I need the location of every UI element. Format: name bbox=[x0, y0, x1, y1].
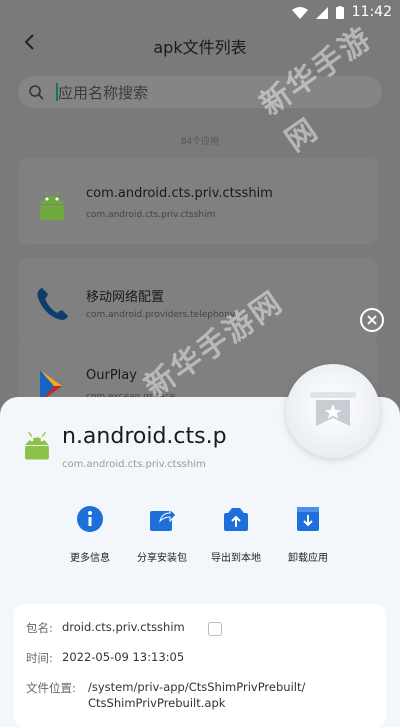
app-name: com.android.cts.priv.ctsshim bbox=[86, 186, 273, 201]
more-info-button[interactable]: 更多信息 bbox=[54, 505, 126, 564]
location-value-line1: /system/priv-app/CtsShimPrivPrebuilt/ bbox=[88, 680, 306, 694]
search-icon bbox=[29, 85, 44, 100]
app-count: 84个应用 bbox=[180, 137, 220, 147]
battery-icon bbox=[336, 6, 344, 19]
app-package: com.android.cts.priv.ctsshim bbox=[86, 210, 216, 220]
wifi-icon bbox=[292, 6, 308, 19]
location-label: 文件位置: bbox=[26, 681, 76, 695]
favorite-button[interactable] bbox=[286, 364, 380, 458]
app-name: OurPlay bbox=[86, 368, 137, 383]
export-icon bbox=[224, 508, 248, 531]
export-local-button[interactable]: 导出到本地 bbox=[200, 505, 272, 564]
status-bar: 11:42 bbox=[0, 0, 400, 26]
location-value-line2: CtsShimPrivPrebuilt.apk bbox=[88, 696, 226, 710]
package-label: 包名: bbox=[26, 621, 53, 635]
app-info-panel: 包名: droid.cts.priv.ctsshim 时间: 2022-05-0… bbox=[14, 604, 386, 727]
share-icon bbox=[150, 507, 177, 531]
app-name: n.android.cts.p bbox=[62, 424, 227, 449]
info-icon bbox=[77, 506, 103, 532]
list-item[interactable]: com.android.cts.priv.ctsshim com.android… bbox=[18, 158, 378, 244]
phone-icon bbox=[37, 288, 68, 320]
time-label: 时间: bbox=[26, 651, 53, 665]
action-label: 分享安装包 bbox=[137, 553, 187, 564]
action-label: 更多信息 bbox=[70, 553, 110, 564]
app-name: 移动网络配置 bbox=[86, 290, 165, 305]
close-button[interactable] bbox=[360, 308, 384, 332]
action-label: 导出到本地 bbox=[211, 553, 261, 564]
package-value: droid.cts.priv.ctsshim bbox=[62, 620, 185, 634]
android-robot-icon bbox=[40, 189, 64, 220]
action-row: 更多信息 分享安装包 导出到本地 卸载应用 bbox=[40, 505, 360, 575]
uninstall-button[interactable]: 卸载应用 bbox=[272, 505, 344, 564]
uninstall-icon bbox=[297, 507, 319, 531]
share-apk-button[interactable]: 分享安装包 bbox=[126, 505, 198, 564]
signal-icon bbox=[316, 6, 328, 19]
screen: 11:42 apk文件列表 84个应用 com.android.cts.priv… bbox=[0, 0, 400, 727]
status-icons bbox=[292, 6, 344, 19]
app-package: com.android.cts.priv.ctsshim bbox=[62, 459, 206, 470]
close-icon bbox=[367, 315, 377, 325]
bookmark-star-icon bbox=[310, 392, 356, 426]
action-label: 卸载应用 bbox=[288, 553, 328, 564]
time-value: 2022-05-09 13:13:05 bbox=[62, 650, 185, 664]
android-robot-icon bbox=[25, 431, 49, 460]
copy-icon[interactable] bbox=[208, 622, 222, 636]
